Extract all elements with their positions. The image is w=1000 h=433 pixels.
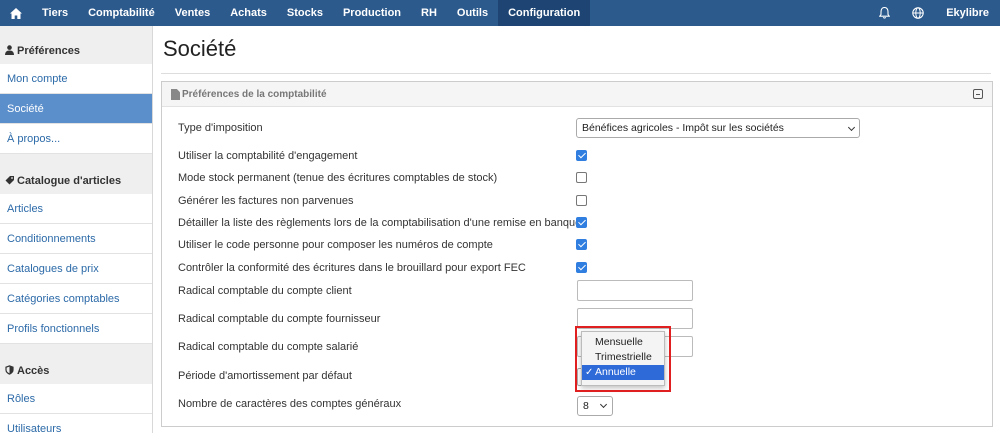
sidebar-item-societe[interactable]: Société	[0, 94, 152, 124]
panel-header: Préférences de la comptabilité	[162, 82, 992, 107]
sidebar-item-articles[interactable]: Articles	[0, 194, 152, 224]
account-chars-label: Nombre de caractères des comptes générau…	[178, 398, 402, 410]
checkbox-label: Utiliser le code personne pour composer …	[178, 239, 493, 251]
language-button[interactable]	[901, 0, 935, 26]
chevron-down-icon	[847, 123, 856, 132]
top-navbar: Tiers Comptabilité Ventes Achats Stocks …	[0, 0, 1000, 26]
sidebar-item-a-propos[interactable]: À propos...	[0, 124, 152, 154]
sidebar-section-acces: Accès	[0, 358, 152, 384]
checkbox-label: Générer les factures non parvenues	[178, 195, 354, 207]
sidebar-section-title: Catalogue d'articles	[17, 175, 122, 187]
home-icon	[10, 7, 22, 19]
detail-payments-checkbox[interactable]	[576, 217, 587, 228]
sidebar-section-catalogue: Catalogue d'articles	[0, 168, 152, 194]
nav-production[interactable]: Production	[333, 0, 411, 26]
sidebar-item-roles[interactable]: Rôles	[0, 384, 152, 414]
tax-type-value: Bénéfices agricoles - Impôt sur les soci…	[582, 122, 784, 134]
tax-type-select[interactable]: Bénéfices agricoles - Impôt sur les soci…	[576, 118, 860, 138]
nav-stocks[interactable]: Stocks	[277, 0, 333, 26]
depreciation-period-label: Période d'amortissement par défaut	[178, 370, 352, 382]
accrual-accounting-checkbox[interactable]	[576, 150, 587, 161]
person-code-checkbox[interactable]	[576, 239, 587, 250]
sidebar-item-categories-comptables[interactable]: Catégories comptables	[0, 284, 152, 314]
home-button[interactable]	[0, 0, 32, 26]
title-divider	[161, 73, 991, 74]
account-chars-select[interactable]: 8	[577, 396, 613, 416]
user-icon	[5, 44, 14, 58]
sidebar-gap	[0, 344, 152, 358]
nav-comptabilite[interactable]: Comptabilité	[78, 0, 165, 26]
highlight-box	[575, 326, 671, 392]
sidebar-item-catalogues-de-prix[interactable]: Catalogues de prix	[0, 254, 152, 284]
chevron-down-icon	[599, 400, 608, 409]
fec-compliance-checkbox[interactable]	[576, 262, 587, 273]
client-account-input[interactable]	[577, 280, 693, 301]
nav-right-group: Ekylibre	[868, 0, 1000, 26]
client-account-label: Radical comptable du compte client	[178, 285, 352, 297]
panel-title: Préférences de la comptabilité	[182, 89, 327, 100]
sidebar-item-utilisateurs[interactable]: Utilisateurs	[0, 414, 152, 433]
nav-outils[interactable]: Outils	[447, 0, 498, 26]
employee-account-label: Radical comptable du compte salarié	[178, 341, 359, 353]
sidebar-item-profils-fonctionnels[interactable]: Profils fonctionnels	[0, 314, 152, 344]
checkbox-label: Contrôler la conformité des écritures da…	[178, 262, 526, 274]
unreceived-invoices-checkbox[interactable]	[576, 195, 587, 206]
sidebar-section-preferences: Préférences	[0, 38, 152, 64]
nav-rh[interactable]: RH	[411, 0, 447, 26]
sidebar-section-title: Préférences	[17, 45, 80, 57]
notifications-button[interactable]	[868, 0, 901, 26]
nav-ventes[interactable]: Ventes	[165, 0, 220, 26]
checkbox-label: Mode stock permanent (tenue des écriture…	[178, 172, 498, 184]
collapse-icon[interactable]	[973, 89, 983, 99]
sidebar-section-title: Accès	[17, 365, 50, 377]
tax-type-label: Type d'imposition	[178, 122, 263, 134]
main-content: Société Préférences de la comptabilité T…	[153, 26, 1000, 433]
permanent-stock-checkbox[interactable]	[576, 172, 587, 183]
checkbox-label: Détailler la liste des règlements lors d…	[178, 217, 582, 229]
nav-tiers[interactable]: Tiers	[32, 0, 78, 26]
checkbox-label: Utiliser la comptabilité d'engagement	[178, 150, 358, 162]
supplier-account-label: Radical comptable du compte fournisseur	[178, 313, 381, 325]
sidebar-item-conditionnements[interactable]: Conditionnements	[0, 224, 152, 254]
page-title: Société	[163, 36, 237, 61]
accounting-preferences-panel: Préférences de la comptabilité Type d'im…	[161, 81, 993, 427]
bell-icon	[879, 7, 891, 19]
tags-icon	[5, 175, 14, 188]
globe-icon	[912, 7, 924, 19]
user-menu[interactable]: Ekylibre	[935, 0, 1000, 26]
document-icon	[171, 89, 180, 100]
sidebar-gap	[0, 154, 152, 168]
account-chars-value: 8	[583, 400, 589, 412]
shield-icon	[5, 364, 14, 378]
nav-configuration[interactable]: Configuration	[498, 0, 591, 26]
sidebar-item-mon-compte[interactable]: Mon compte	[0, 64, 152, 94]
sidebar: Préférences Mon compte Société À propos.…	[0, 26, 153, 433]
nav-achats[interactable]: Achats	[220, 0, 277, 26]
